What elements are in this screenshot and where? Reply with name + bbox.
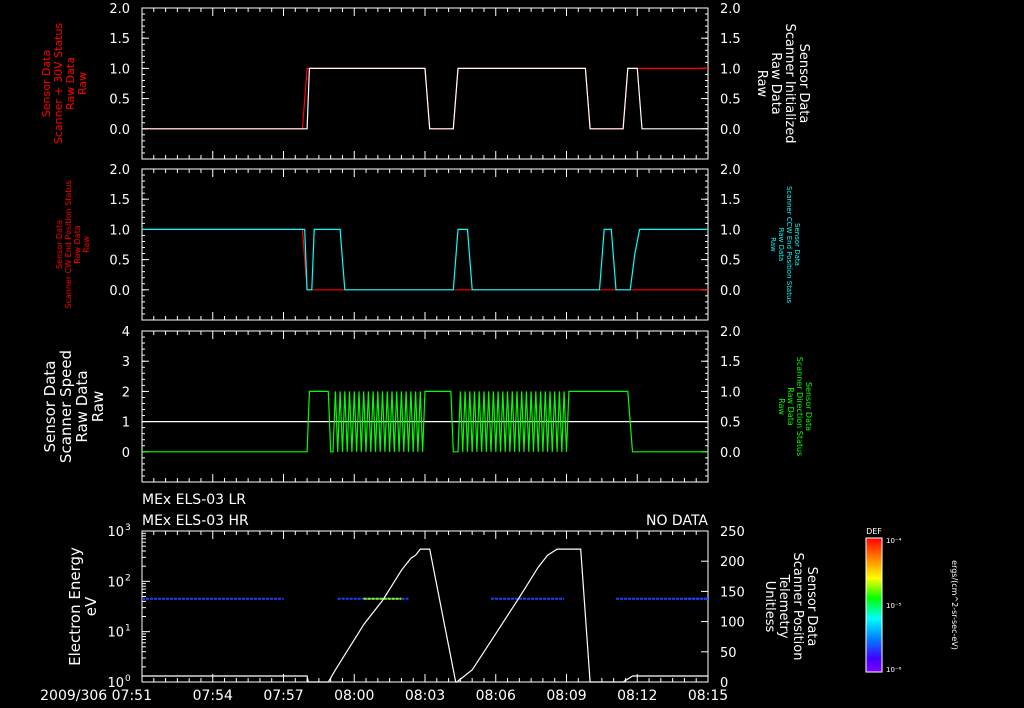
- colorbar-top-label: DEF: [866, 527, 882, 536]
- left-tick-label: 3: [122, 355, 130, 370]
- time-tick-label: 08:06: [476, 688, 516, 704]
- colorbar-tick-1: 10⁻⁵: [886, 602, 902, 610]
- time-tick-label: 2009/306 07:51: [40, 688, 152, 704]
- right-axis-label-line: Raw: [777, 398, 786, 415]
- right-axis-label-line: Telemetry: [776, 573, 791, 638]
- right-tick-label: 0.5: [720, 254, 741, 269]
- left-tick-label: 2: [122, 385, 130, 400]
- right-axis-label-line: Scanner Position: [790, 553, 805, 661]
- right-axis-label-line: Raw Data: [786, 387, 795, 426]
- right-tick-label: 0.0: [720, 446, 741, 461]
- left-tick-exponent: 2: [125, 573, 131, 583]
- right-axis-label-line: Sensor Data: [796, 44, 811, 124]
- time-tick-label: 08:03: [405, 688, 445, 704]
- right-tick-label: 1.5: [720, 193, 741, 208]
- right-tick-label: 1.0: [720, 223, 741, 238]
- right-tick-label: 1.5: [720, 355, 741, 370]
- time-tick-label: 07:54: [193, 688, 233, 704]
- colorbar-unit-label: ergs/(cm^2-sr-sec-eV): [950, 560, 959, 650]
- right-tick-label: 50: [720, 646, 737, 661]
- colorbar-tick-0: 10⁻⁴: [886, 537, 902, 545]
- left-axis-label-line: Sensor Data: [55, 220, 64, 269]
- left-tick-label: 0.5: [109, 93, 130, 108]
- left-axis-label-line: Scanner CW End Position Status: [64, 180, 73, 308]
- right-tick-label: 250: [720, 525, 745, 540]
- left-tick-label: 4: [122, 325, 130, 340]
- left-axis-label-line: Raw: [76, 72, 89, 95]
- header-lr-label: MEx ELS-03 LR: [142, 492, 246, 508]
- left-axis-label-line: Raw: [89, 391, 107, 423]
- left-tick-label: 10: [107, 525, 124, 540]
- left-tick-label: 0.5: [109, 254, 130, 269]
- right-tick-label: 2.0: [720, 325, 741, 340]
- right-axis-label-line: Raw Data: [777, 228, 785, 262]
- left-tick-label: 1.5: [109, 32, 130, 47]
- left-tick-label: 10: [107, 575, 124, 590]
- right-tick-label: 2.0: [720, 2, 741, 17]
- left-tick-label: 0.0: [109, 284, 130, 299]
- time-tick-label: 08:09: [546, 688, 586, 704]
- right-axis-label-line: Unitless: [762, 581, 777, 633]
- left-tick-label: 1: [122, 416, 130, 431]
- time-tick-label: 08:12: [617, 688, 657, 704]
- right-tick-label: 1.0: [720, 62, 741, 77]
- left-tick-exponent: 0: [125, 674, 131, 684]
- right-axis-label-line: Sensor Data: [804, 567, 819, 647]
- left-tick-label: 2.0: [109, 2, 130, 17]
- header-hr-label: MEx ELS-03 HR: [142, 513, 249, 529]
- right-tick-label: 0.5: [720, 416, 741, 431]
- right-axis-label-line: Scanner Direction Status: [795, 357, 804, 456]
- left-tick-label: 10: [107, 626, 124, 641]
- left-tick-label: 1.0: [109, 223, 130, 238]
- left-tick-exponent: 3: [125, 523, 131, 533]
- right-tick-label: 150: [720, 585, 745, 600]
- left-tick-label: 1.0: [109, 62, 130, 77]
- right-tick-label: 1.0: [720, 385, 741, 400]
- right-axis-label-line: Scanner Initialized: [782, 24, 797, 144]
- left-tick-label: 1.5: [109, 193, 130, 208]
- right-tick-label: 200: [720, 555, 745, 570]
- left-axis-label-line: Raw Data: [73, 225, 82, 264]
- right-axis-label-line: Sensor Data: [804, 382, 813, 431]
- left-axis-label-line: eV: [82, 596, 100, 616]
- time-tick-label: 08:00: [334, 688, 374, 704]
- colorbar-scale: [865, 537, 883, 673]
- right-axis-label-line: Raw Data: [768, 52, 783, 115]
- time-tick-label: 07:57: [263, 688, 303, 704]
- time-tick-label: 08:15: [688, 688, 728, 704]
- right-tick-label: 0.0: [720, 284, 741, 299]
- right-tick-label: 1.5: [720, 32, 741, 47]
- left-tick-label: 2.0: [109, 163, 130, 178]
- right-tick-label: 100: [720, 616, 745, 631]
- no-data-label: NO DATA: [646, 513, 708, 529]
- left-tick-label: 0.0: [109, 123, 130, 138]
- left-tick-exponent: 1: [125, 624, 131, 634]
- right-tick-label: 0.5: [720, 93, 741, 108]
- left-axis-label-line: Raw: [82, 236, 91, 253]
- right-axis-label-line: Scanner CCW End Position Status: [785, 186, 793, 303]
- right-axis-label-line: Raw: [769, 237, 777, 252]
- left-tick-label: 0: [122, 446, 130, 461]
- right-axis-label-line: Sensor Data: [793, 223, 801, 266]
- els-summary-plot: MEx ELS-03 LR MEx ELS-03 HR NO DATA 2.0 1…: [0, 0, 1024, 708]
- right-tick-label: 2.0: [720, 163, 741, 178]
- right-axis-label-line: Raw: [754, 70, 769, 98]
- colorbar-tick-2: 10⁻⁶: [886, 666, 902, 674]
- right-tick-label: 0.0: [720, 123, 741, 138]
